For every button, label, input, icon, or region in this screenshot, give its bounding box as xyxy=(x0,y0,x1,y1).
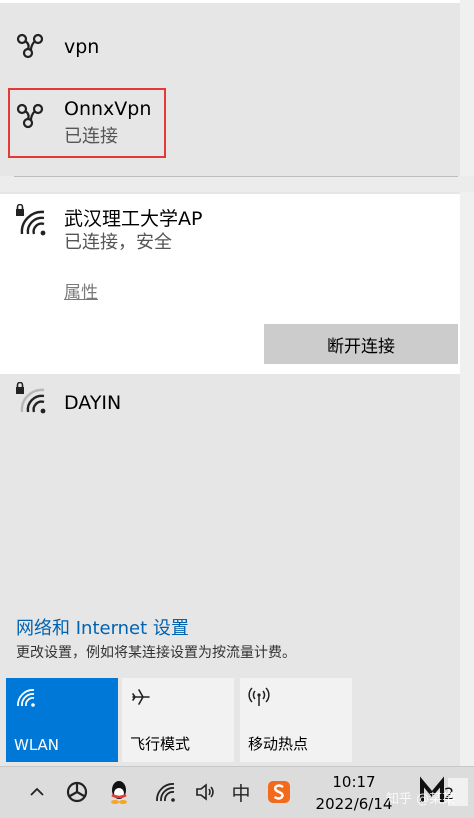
ime-indicator[interactable]: 中 xyxy=(228,779,254,805)
airplane-icon xyxy=(132,689,150,705)
quick-action-airplane-mode[interactable]: 飞行模式 xyxy=(122,678,234,762)
volume-icon[interactable] xyxy=(192,779,218,805)
quick-action-wlan[interactable]: WLAN xyxy=(6,678,118,762)
network-settings-link[interactable]: 网络和 Internet 设置 xyxy=(16,614,189,640)
wifi-item-connected[interactable]: 武汉理工大学AP 已连接，安全 属性 断开连接 xyxy=(0,194,460,374)
quick-action-label: 飞行模式 xyxy=(130,735,191,753)
quick-action-label: 移动热点 xyxy=(248,735,309,753)
wifi-icon[interactable] xyxy=(152,779,178,805)
wifi-secured-icon xyxy=(16,204,46,236)
wifi-name: DAYIN xyxy=(64,392,122,414)
network-flyout: vpn OnnxVpn 已连接 武汉理工大学AP 已连接，安全 属性 断开连接 … xyxy=(0,0,474,766)
wifi-status: 已连接，安全 xyxy=(64,232,172,253)
wifi-name: 武汉理工大学AP xyxy=(64,208,203,230)
network-settings-description: 更改设置，例如将某连接设置为按流量计费。 xyxy=(16,645,296,661)
properties-link[interactable]: 属性 xyxy=(64,278,98,303)
wifi-icon xyxy=(17,689,35,707)
sogou-input-icon[interactable] xyxy=(266,779,292,805)
vpn-name: vpn xyxy=(64,36,100,58)
quick-action-mobile-hotspot[interactable]: 移动热点 xyxy=(240,678,352,762)
annotation-highlight-box xyxy=(8,88,166,158)
hotspot-icon xyxy=(248,687,270,706)
app-tray-icon[interactable] xyxy=(64,779,90,805)
section-gap xyxy=(0,176,474,192)
wifi-item-dayin[interactable]: DAYIN xyxy=(0,376,460,436)
vpn-icon xyxy=(16,33,44,59)
quick-action-label: WLAN xyxy=(14,736,60,754)
section-divider xyxy=(14,176,458,177)
vpn-item-vpn[interactable]: vpn xyxy=(0,0,460,88)
watermark: 知乎 @某某 xyxy=(386,792,456,807)
qq-icon[interactable] xyxy=(106,779,132,805)
scroll-track[interactable] xyxy=(460,0,474,766)
chevron-up-icon[interactable] xyxy=(24,779,50,805)
wifi-secured-icon xyxy=(16,382,46,414)
disconnect-button[interactable]: 断开连接 xyxy=(264,324,458,364)
